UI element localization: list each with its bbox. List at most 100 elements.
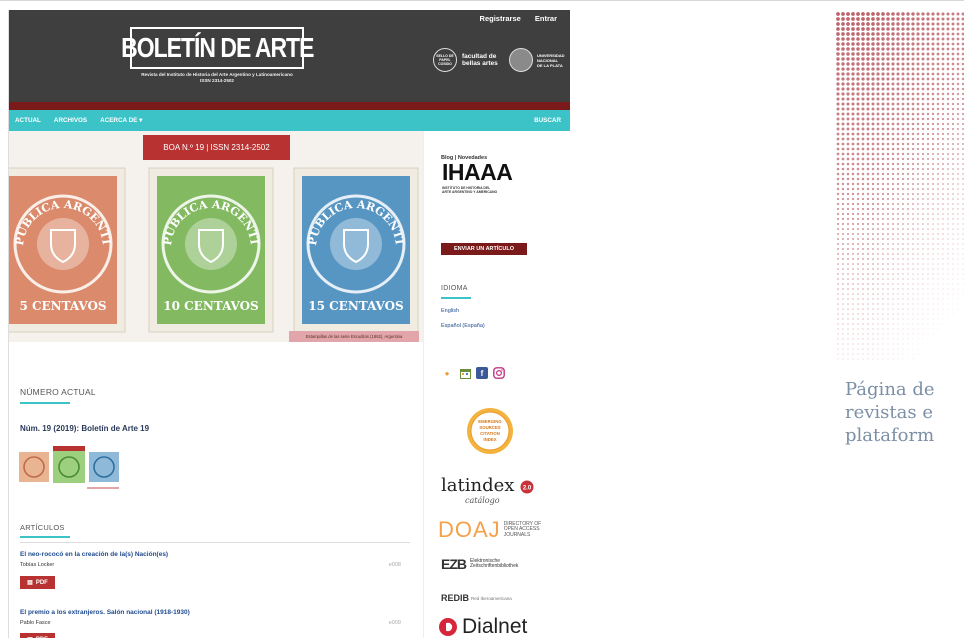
decorative-dot [836, 122, 840, 126]
language-spanish[interactable]: Español (España) [441, 323, 485, 329]
decorative-dot [896, 187, 900, 191]
decorative-dot [911, 167, 915, 171]
decorative-dot [922, 308, 924, 310]
decorative-dot [841, 67, 845, 71]
decorative-dot [912, 283, 914, 285]
decorative-dot [891, 127, 895, 131]
decorative-dot [946, 92, 950, 96]
decorative-dot [917, 223, 919, 225]
nav-current[interactable]: ACTUAL [15, 117, 41, 124]
decorative-dot [921, 27, 925, 31]
decorative-dot [886, 197, 890, 201]
unlp-partner-logo[interactable]: UNIVERSIDAD NACIONAL DE LA PLATA [509, 48, 565, 72]
decorative-dot [927, 318, 929, 320]
decorative-dot [836, 97, 840, 101]
decorative-dot [911, 142, 915, 146]
issue-link[interactable]: Núm. 19 (2019): Boletín de Arte 19 [20, 424, 149, 433]
decorative-dot [932, 293, 934, 295]
decorative-dot [942, 313, 944, 315]
decorative-dot [917, 323, 919, 325]
decorative-dot [842, 353, 844, 355]
decorative-dot [856, 232, 860, 236]
decorative-dot [851, 162, 855, 166]
decorative-dot [836, 187, 840, 191]
decorative-dot [886, 62, 890, 66]
decorative-dot [912, 328, 914, 330]
decorative-dot [931, 112, 935, 116]
fba-partner-logo[interactable]: SELLO DE PAPEL COSIDO facultad de bellas… [433, 48, 498, 72]
decorative-dot [942, 263, 944, 265]
decorative-dot [856, 47, 860, 51]
register-link[interactable]: Registrarse [480, 14, 521, 23]
decorative-dot [917, 298, 919, 300]
nav-archives[interactable]: ARCHIVOS [54, 117, 87, 124]
language-english[interactable]: English [441, 308, 459, 314]
decorative-dot [856, 212, 860, 216]
decorative-dot [836, 207, 840, 211]
decorative-dot [836, 167, 840, 171]
decorative-dot [946, 57, 950, 61]
latindex-logo[interactable]: latindex catálogo 2.0 [441, 471, 541, 507]
decorative-dot [862, 243, 864, 245]
decorative-dot [946, 77, 950, 81]
decorative-dot [852, 343, 854, 345]
decorative-dot [876, 42, 880, 46]
decorative-dot [936, 42, 940, 46]
dialnet-logo[interactable]: Dialnet [438, 615, 527, 638]
ihaaa-logo[interactable]: IHAAA INSTITUTO DE HISTORIA DEL ARTE ARG… [442, 161, 513, 195]
decorative-dot [867, 288, 869, 290]
decorative-dot [887, 343, 889, 345]
blog-bell-icon[interactable]: ● [441, 367, 453, 379]
article-pdf-button-1[interactable]: ▤ PDF [20, 576, 55, 589]
decorative-dot [907, 248, 909, 250]
login-link[interactable]: Entrar [535, 14, 557, 23]
decorative-dot [936, 27, 940, 31]
decorative-dot [926, 32, 930, 36]
decorative-dot [887, 263, 889, 265]
nav-search[interactable]: BUSCAR [534, 117, 561, 124]
esci-line-2: SOURCES [479, 425, 500, 430]
journal-logo[interactable]: BOLETÍN DE ARTE [121, 27, 314, 69]
decorative-dot [886, 12, 890, 16]
decorative-dot [842, 278, 844, 280]
decorative-dot [846, 17, 850, 21]
decorative-dot [856, 177, 860, 181]
nav-about[interactable]: ACERCA DE ▾ [100, 117, 142, 124]
decorative-dot [872, 328, 874, 330]
decorative-dot [901, 107, 905, 111]
esci-badge[interactable]: EMERGING SOURCES CITATION INDEX [466, 407, 514, 455]
decorative-dot [947, 263, 949, 265]
decorative-dot [837, 288, 839, 290]
decorative-dot [841, 37, 845, 41]
article-pdf-button-2[interactable]: ▤ PDF [20, 633, 55, 638]
decorative-dot [846, 207, 850, 211]
decorative-dot [852, 323, 854, 325]
calendar-icon[interactable] [459, 367, 471, 379]
decorative-dot [912, 228, 914, 230]
instagram-icon[interactable] [493, 367, 505, 379]
decorative-dot [847, 323, 849, 325]
decorative-dot [836, 92, 840, 96]
decorative-dot [892, 243, 894, 245]
issue-cover-thumbnail[interactable] [19, 446, 119, 490]
decorative-dot [896, 202, 900, 206]
decorative-dot [846, 102, 850, 106]
decorative-dot [887, 333, 889, 335]
decorative-dot [892, 343, 894, 345]
submit-article-button[interactable]: ENVIAR UN ARTÍCULO [441, 243, 527, 255]
decorative-dot [916, 17, 920, 21]
decorative-dot [847, 348, 849, 350]
decorative-dot [866, 87, 870, 91]
doaj-logo[interactable]: DOAJ DIRECTORY OF OPEN ACCESS JOURNALS [438, 519, 541, 541]
decorative-dot [906, 132, 910, 136]
decorative-dot [852, 293, 854, 295]
article-title-2[interactable]: El premio a los extranjeros. Salón nacio… [20, 609, 190, 616]
facebook-icon[interactable]: f [476, 367, 488, 379]
decorative-dot [932, 273, 934, 275]
decorative-dot [921, 72, 925, 76]
decorative-dot [871, 72, 875, 76]
ezb-logo[interactable]: EZB Elektronische Zeitschriftenbibliothe… [441, 556, 518, 572]
decorative-dot [921, 142, 925, 146]
article-title-1[interactable]: El neo-rococó en la creación de la(s) Na… [20, 551, 168, 558]
redib-logo[interactable]: REDIB Red Iberoamericana [441, 593, 512, 603]
